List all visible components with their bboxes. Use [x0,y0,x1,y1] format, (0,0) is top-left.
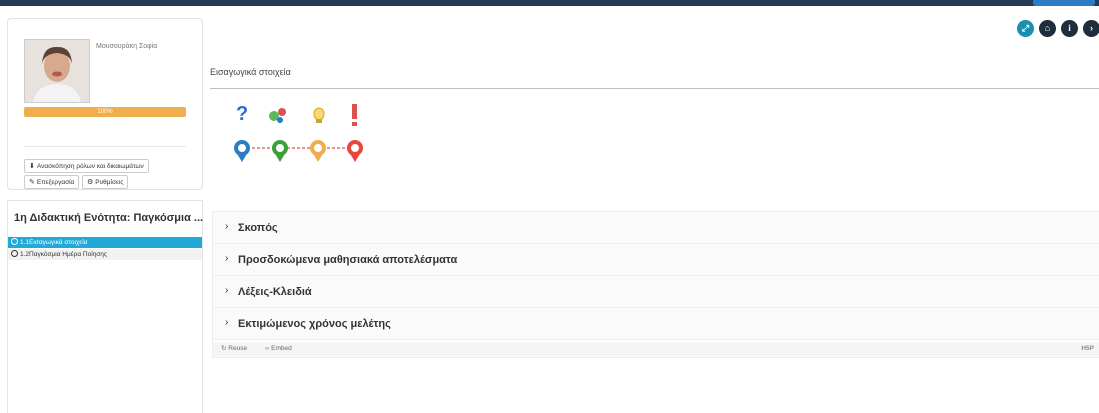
roles-permissions-button[interactable]: ⬇ Ανασκόπηση ρόλων και δικαιωμάτων [24,159,149,173]
chevron-right-icon: › [225,221,229,232]
lesson-item-intro[interactable]: 1.1Εισαγωγικά στοιχεία [8,237,202,248]
edit-button[interactable]: ✎ Επεξεργασία [24,175,80,189]
embed-icon: ‹› [265,345,270,352]
divider [24,146,186,147]
next-icon[interactable]: › [1083,20,1099,37]
check-circle-icon [11,238,18,245]
pencil-icon: ✎ [29,179,35,186]
accordion-item-purpose[interactable]: › Σκοπός [213,212,1099,244]
avatar [24,39,90,103]
h5p-logo: H5P [1081,345,1094,352]
intro-illustration: ? [234,104,363,162]
reuse-icon: ↻ [221,345,227,352]
lesson-title: 1η Διδακτική Ενότητα: Παγκόσμια ... [14,212,204,224]
progress-fill: 100% [24,107,186,117]
embed-link[interactable]: ‹› Embed [265,342,292,356]
fullscreen-icon[interactable]: ⤢ [1017,20,1034,37]
chevron-right-icon: › [225,253,229,264]
title-rule [210,88,1099,89]
lesson-item-poetry-day[interactable]: 1.2Παγκόσμια Ημέρα Ποίησης [8,249,202,260]
settings-button[interactable]: ⚙ Ρυθμίσεις [82,175,129,189]
accordion-item-study-time[interactable]: › Εκτιμώμενος χρόνος μελέτης [213,308,1099,340]
progress-bar: 100% [24,107,186,117]
reuse-link[interactable]: ↻ Reuse [221,342,247,356]
top-bar [0,0,1099,6]
info-icon[interactable]: i [1061,20,1078,37]
check-circle-icon [11,250,18,257]
lesson-navigation: 1η Διδακτική Ενότητα: Παγκόσμια ... 1.1Ε… [7,200,203,413]
accordion-item-keywords[interactable]: › Λέξεις-Κλειδιά [213,276,1099,308]
accordion: › Σκοπός › Προσδοκώμενα μαθησιακά αποτελ… [212,211,1099,358]
gear-icon: ⚙ [87,179,94,186]
chevron-right-icon: › [225,317,229,328]
user-name: Μουσουράκη Σοφία [96,43,158,50]
chevron-right-icon: › [225,285,229,296]
accordion-item-learning-outcomes[interactable]: › Προσδοκώμενα μαθησιακά αποτελέσματα [213,244,1099,276]
profile-card: Μουσουράκη Σοφία 100% ⬇ Ανασκόπηση ρόλων … [7,18,203,190]
svg-text:?: ? [236,104,248,125]
page-title: Εισαγωγικά στοιχεία [210,67,291,77]
home-icon[interactable]: ⌂ [1039,20,1056,37]
top-bar-button[interactable] [1033,0,1095,6]
h5p-footer: ↻ Reuse ‹› Embed H5P [213,342,1099,356]
download-icon: ⬇ [29,163,35,170]
